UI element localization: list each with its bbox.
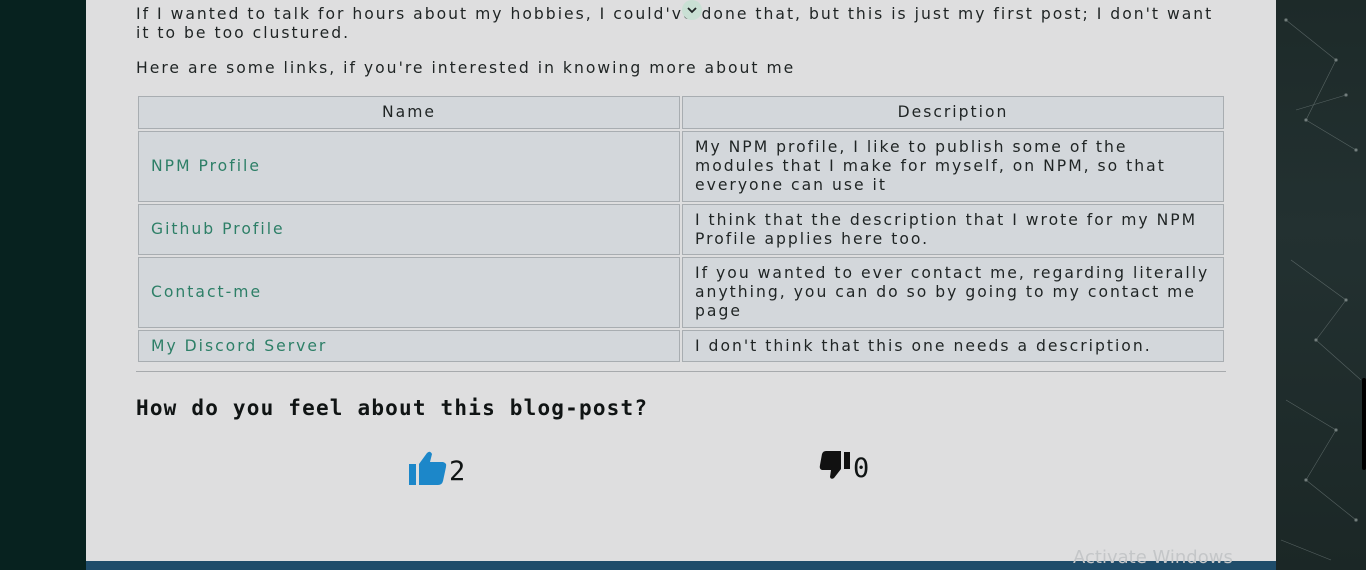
paragraph-hobbies: If I wanted to talk for hours about my h… xyxy=(136,5,1214,42)
table-row: Contact-me If you wanted to ever contact… xyxy=(138,257,1224,328)
github-profile-link[interactable]: Github Profile xyxy=(151,220,285,238)
blog-post-content: If I wanted to talk for hours about my h… xyxy=(86,0,1276,570)
paragraph-links-intro: Here are some links, if you're intereste… xyxy=(136,59,796,77)
table-cell-description: If you wanted to ever contact me, regard… xyxy=(682,257,1224,328)
table-cell-name: My Discord Server xyxy=(138,330,680,362)
table-cell-name: Github Profile xyxy=(138,204,680,255)
table-cell-name: Contact-me xyxy=(138,257,680,328)
scrollbar-thumb[interactable] xyxy=(1362,378,1366,470)
table-row: Github Profile I think that the descript… xyxy=(138,204,1224,255)
dislike-button[interactable]: 0 xyxy=(819,450,869,487)
table-cell-description: I think that the description that I wrot… xyxy=(682,204,1224,255)
like-button[interactable]: 2 xyxy=(409,450,465,493)
like-count: 2 xyxy=(449,456,466,487)
chevron-down-icon[interactable] xyxy=(682,0,702,20)
table-cell-name: NPM Profile xyxy=(138,131,680,202)
column-header-description: Description xyxy=(682,96,1224,129)
section-divider xyxy=(136,371,1226,372)
table-row: My Discord Server I don't think that thi… xyxy=(138,330,1224,362)
table-header-row: Name Description xyxy=(138,96,1224,129)
discord-server-link[interactable]: My Discord Server xyxy=(151,337,327,355)
feedback-question: How do you feel about this blog-post? xyxy=(136,396,649,420)
column-header-name: Name xyxy=(138,96,680,129)
table-cell-description: My NPM profile, I like to publish some o… xyxy=(682,131,1224,202)
page: If I wanted to talk for hours about my h… xyxy=(0,0,1366,570)
contact-me-link[interactable]: Contact-me xyxy=(151,283,262,301)
table-row: NPM Profile My NPM profile, I like to pu… xyxy=(138,131,1224,202)
activate-windows-watermark: Activate Windows xyxy=(1073,547,1233,568)
links-table: Name Description NPM Profile My NPM prof… xyxy=(136,94,1226,364)
decorative-network-background xyxy=(1276,0,1366,570)
thumbs-up-icon xyxy=(409,450,447,493)
dislike-count: 0 xyxy=(853,453,870,484)
npm-profile-link[interactable]: NPM Profile xyxy=(151,157,261,175)
thumbs-down-icon xyxy=(819,450,851,487)
table-cell-description: I don't think that this one needs a desc… xyxy=(682,330,1224,362)
